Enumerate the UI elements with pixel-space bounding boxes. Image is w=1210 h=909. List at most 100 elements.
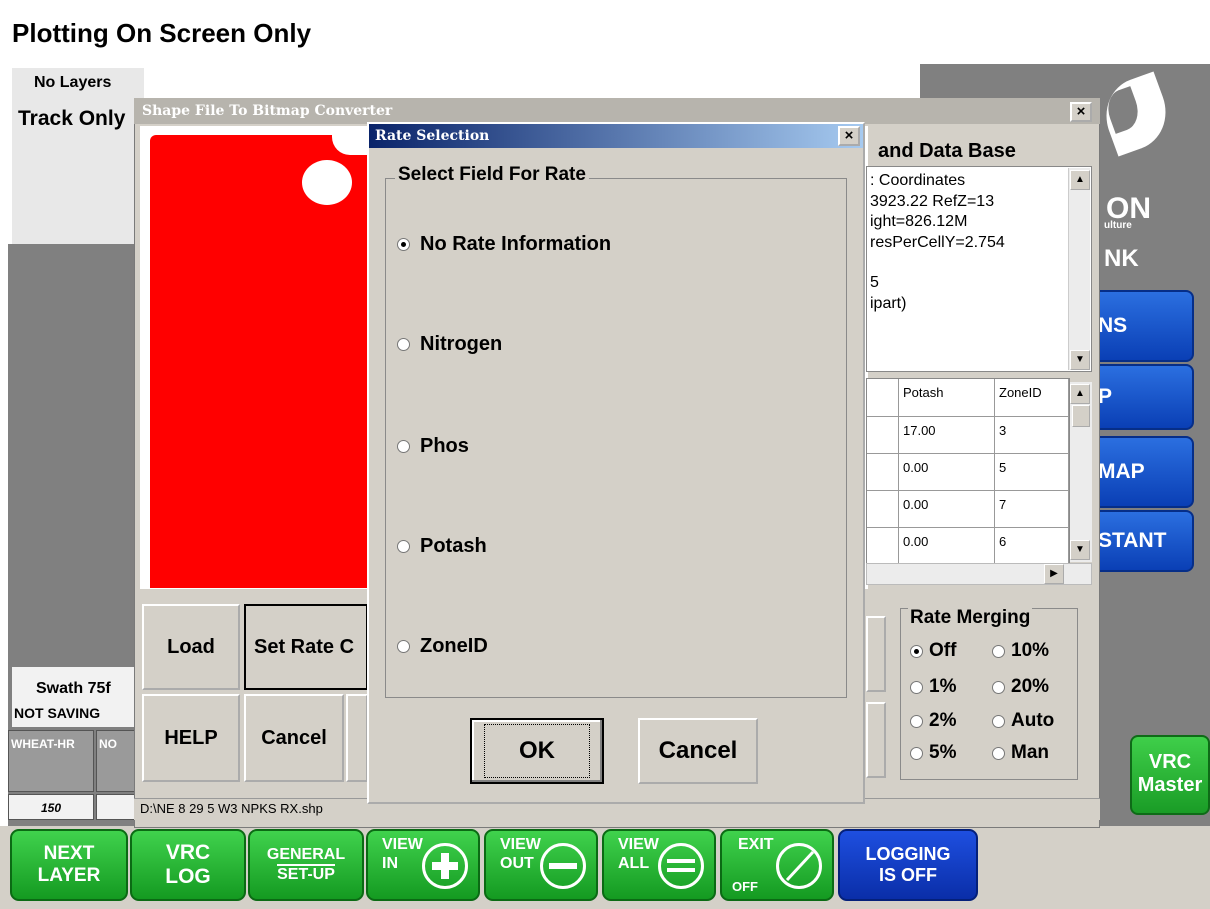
grid-scroll-thumb[interactable] — [1072, 405, 1090, 427]
grid-header — [867, 379, 899, 417]
radio-icon — [397, 640, 410, 653]
radio-icon — [910, 644, 923, 658]
converter-extra-button[interactable] — [346, 694, 368, 782]
rate-option-phos[interactable]: Phos — [397, 435, 469, 458]
side-button-constant[interactable]: STANT — [1090, 510, 1194, 572]
merge-option-5[interactable]: 5% — [910, 742, 956, 764]
logging-l2: IS OFF — [879, 865, 937, 885]
attribute-grid: Potash ZoneID 17.00 3 0.00 5 0.00 7 0.00… — [866, 378, 1070, 566]
converter-close-button[interactable]: × — [1070, 102, 1092, 122]
radio-icon — [992, 680, 1005, 694]
exit-word: EXIT — [738, 836, 774, 853]
merge-option-1[interactable]: 1% — [910, 676, 956, 698]
merge-option-auto[interactable]: Auto — [992, 710, 1054, 732]
view-all-word: VIEW — [618, 836, 659, 853]
help-button[interactable]: HELP — [142, 694, 240, 782]
side-button-1[interactable]: NS — [1090, 290, 1194, 362]
grid-cell[interactable]: 5 — [995, 454, 1069, 491]
radio-icon — [910, 680, 923, 694]
side-button-2[interactable]: P — [1090, 364, 1194, 430]
view-out-word: VIEW — [500, 836, 541, 853]
product-box-1[interactable]: WHEAT-HR — [8, 730, 94, 792]
view-in-sub: IN — [382, 855, 398, 872]
merge-option-label: 10% — [1011, 640, 1050, 661]
rate-selection-close-button[interactable]: × — [838, 126, 860, 146]
db-line: : Coordinates — [870, 172, 966, 189]
rate-selection-title: Rate Selection — [375, 128, 490, 144]
file-path: D:\NE 8 29 5 W3 NPKS RX.shp — [140, 801, 323, 816]
merge-option-10[interactable]: 10% — [992, 640, 1049, 662]
merge-option-label: 2% — [929, 710, 957, 731]
grid-scroll-down-icon[interactable]: ▼ — [1070, 540, 1090, 560]
radio-icon — [992, 746, 1005, 760]
merge-option-label: 1% — [929, 676, 957, 697]
grid-cell[interactable]: 0.00 — [899, 454, 995, 491]
db-text-scrollbar[interactable] — [1068, 168, 1090, 370]
merge-option-20[interactable]: 20% — [992, 676, 1049, 698]
converter-right-button-2[interactable] — [866, 702, 886, 778]
rate-option-none[interactable]: No Rate Information — [397, 233, 611, 256]
view-in-button[interactable]: VIEW IN — [366, 829, 480, 901]
converter-right-button-1[interactable] — [866, 616, 886, 692]
scroll-down-icon[interactable]: ▼ — [1070, 350, 1090, 370]
side-button-constant-label: STANT — [1098, 529, 1167, 552]
db-line: ight=826.12M — [870, 213, 968, 230]
merge-option-off[interactable]: Off — [910, 640, 956, 662]
load-button[interactable]: Load — [142, 604, 240, 690]
db-info-text: : Coordinates 3923.22 RefZ=13 ight=826.1… — [866, 166, 1092, 372]
grid-cell[interactable]: 17.00 — [899, 417, 995, 454]
grid-cell[interactable]: 6 — [995, 528, 1069, 565]
logging-button[interactable]: LOGGING IS OFF — [838, 829, 978, 901]
product-box-2[interactable]: NO — [96, 730, 136, 792]
rate-option-zoneid[interactable]: ZoneID — [397, 635, 488, 658]
power-off-icon — [776, 843, 822, 889]
rate-field-group-label: Select Field For Rate — [395, 164, 589, 186]
grid-cell[interactable] — [867, 491, 899, 528]
general-l2: SET-UP — [277, 864, 335, 883]
vrc-master-button[interactable]: VRC Master — [1130, 735, 1210, 815]
logo-subtext: ulture — [1104, 220, 1132, 231]
side-button-2-label: P — [1098, 385, 1113, 408]
track-label: Track Only — [18, 107, 126, 130]
saving-status: NOT SAVING — [14, 705, 101, 721]
grid-cell[interactable] — [867, 454, 899, 491]
grid-scroll-up-icon[interactable]: ▲ — [1070, 384, 1090, 404]
merge-option-man[interactable]: Man — [992, 742, 1049, 764]
next-layer-l2: LAYER — [37, 865, 101, 886]
view-all-button[interactable]: VIEW ALL — [602, 829, 716, 901]
vrc-log-l1: VRC — [165, 841, 211, 864]
rate-option-potash[interactable]: Potash — [397, 535, 487, 558]
general-setup-button[interactable]: GENERAL SET-UP — [248, 829, 364, 901]
grid-cell[interactable]: 0.00 — [899, 528, 995, 565]
grid-cell[interactable]: 0.00 — [899, 491, 995, 528]
grid-scroll-right-icon[interactable]: ▶ — [1044, 564, 1064, 584]
grid-cell[interactable]: 3 — [995, 417, 1069, 454]
view-all-sub: ALL — [618, 855, 650, 872]
merge-option-label: Off — [929, 640, 957, 661]
grid-cell[interactable] — [867, 528, 899, 565]
view-out-button[interactable]: VIEW OUT — [484, 829, 598, 901]
view-in-word: VIEW — [382, 836, 423, 853]
vrc-log-button[interactable]: VRC LOG — [130, 829, 246, 901]
plus-icon — [422, 843, 468, 889]
next-layer-button[interactable]: NEXT LAYER — [10, 829, 128, 901]
grid-cell[interactable]: 7 — [995, 491, 1069, 528]
rate-option-nitrogen[interactable]: Nitrogen — [397, 333, 502, 356]
grid-cell[interactable] — [867, 417, 899, 454]
rate-merging-title: Rate Merging — [908, 607, 1033, 629]
side-button-map[interactable]: MAP — [1090, 436, 1194, 508]
converter-cancel-button[interactable]: Cancel — [244, 694, 344, 782]
radio-icon — [397, 540, 410, 553]
layers-panel — [12, 68, 144, 244]
ok-button[interactable]: OK — [470, 718, 604, 784]
merge-option-2[interactable]: 2% — [910, 710, 956, 732]
general-l1: GENERAL — [266, 846, 346, 863]
rate-option-label: Phos — [420, 435, 469, 457]
vrc-master-l1: VRC — [1148, 751, 1192, 773]
converter-title: Shape File To Bitmap Converter — [142, 103, 393, 119]
scroll-up-icon[interactable]: ▲ — [1070, 170, 1090, 190]
exit-button[interactable]: EXIT OFF — [720, 829, 834, 901]
rate-cancel-button[interactable]: Cancel — [638, 718, 758, 784]
set-rate-button[interactable]: Set Rate C — [244, 604, 368, 690]
radio-icon — [992, 644, 1005, 658]
